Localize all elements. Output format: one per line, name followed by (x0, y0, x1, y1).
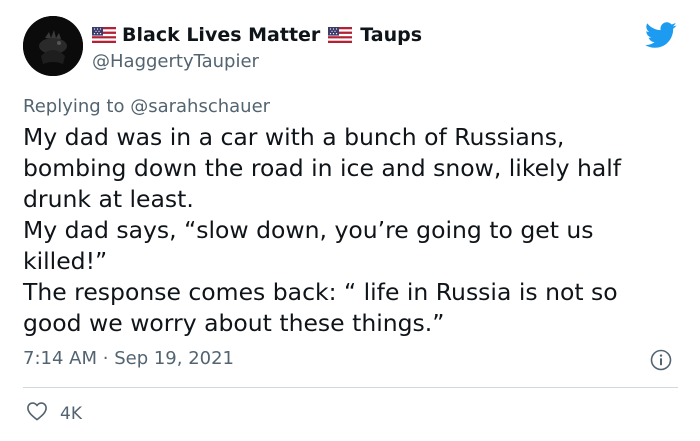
author-handle[interactable]: @HaggertyTaupier (92, 51, 259, 72)
tweet-text-line: killed!” (23, 247, 108, 275)
tweet-card: Black Lives Matter Taups @HaggertyTaupie… (0, 0, 700, 441)
author-name-part-1: Black Lives Matter (122, 24, 321, 46)
like-button[interactable]: 4K (26, 401, 82, 426)
avatar[interactable] (23, 16, 83, 76)
tweet-text: My dad was in a car with a bunch of Russ… (23, 122, 683, 339)
tweet-text-line: bombing down the road in ice and snow, l… (23, 154, 622, 182)
like-count: 4K (60, 403, 82, 424)
tweet-text-line: good we worry about these things.” (23, 309, 445, 337)
replying-prefix: Replying to (23, 96, 125, 117)
us-flag-icon (328, 27, 353, 43)
divider (23, 387, 678, 388)
heart-outline-icon (26, 401, 48, 426)
replying-to: Replying to @sarahschauer (23, 96, 270, 117)
us-flag-icon (92, 27, 116, 43)
author-name-part-2: Taups (360, 24, 423, 46)
tweet-time: 7:14 AM (23, 348, 97, 369)
twitter-bird-icon[interactable] (645, 22, 677, 53)
reply-mention-link[interactable]: @sarahschauer (130, 96, 270, 117)
info-icon[interactable] (650, 349, 672, 375)
tweet-text-line: My dad says, “slow down, you’re going to… (23, 216, 594, 244)
tweet-date: Sep 19, 2021 (114, 348, 235, 369)
tweet-text-line: My dad was in a car with a bunch of Russ… (23, 123, 565, 151)
author-name-row[interactable]: Black Lives Matter Taups (92, 22, 422, 48)
meta-separator: · (102, 348, 109, 369)
tweet-timestamp[interactable]: 7:14 AM · Sep 19, 2021 (23, 348, 234, 369)
tweet-text-line: drunk at least. (23, 185, 194, 213)
tweet-text-line: The response comes back: “ life in Russi… (23, 278, 618, 306)
